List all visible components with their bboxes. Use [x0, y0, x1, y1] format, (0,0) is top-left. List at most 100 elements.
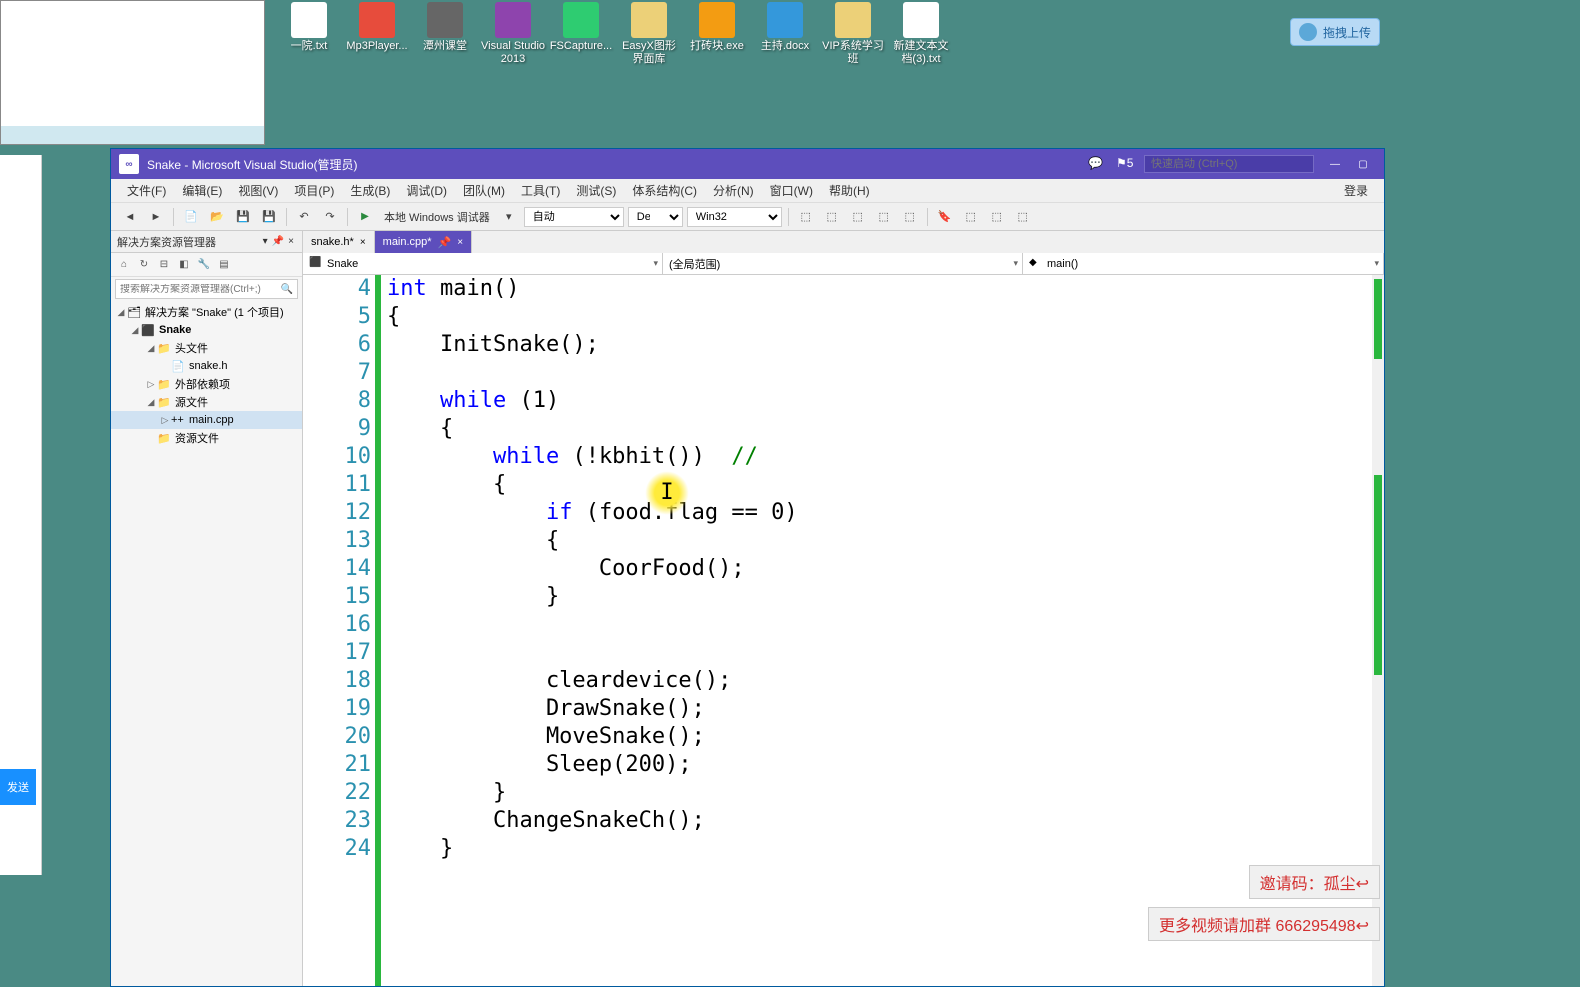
expand-icon[interactable]: ◢: [129, 325, 141, 336]
code-line[interactable]: while (1): [387, 387, 1384, 415]
headers-folder[interactable]: ◢ 📁 头文件: [111, 339, 302, 357]
upload-button[interactable]: 拖拽上传: [1290, 18, 1380, 46]
menu-item[interactable]: 测试(S): [568, 182, 624, 199]
menu-item[interactable]: 工具(T): [513, 182, 568, 199]
source-file[interactable]: ▷ ++ main.cpp: [111, 411, 302, 429]
new-project-button[interactable]: 📄: [180, 206, 202, 228]
toolbar-icon[interactable]: ⬚: [899, 206, 921, 228]
platform-dropdown[interactable]: Win32: [687, 207, 782, 227]
notifications-icon[interactable]: ⚑5: [1116, 156, 1132, 172]
code-line[interactable]: }: [387, 779, 1384, 807]
config-debug-dropdown[interactable]: Debug: [628, 207, 683, 227]
code-line[interactable]: [387, 611, 1384, 639]
desktop-icon[interactable]: Mp3Player...: [343, 0, 411, 68]
header-file[interactable]: 📄 snake.h: [111, 357, 302, 375]
save-button[interactable]: 💾: [232, 206, 254, 228]
toolbar-icon[interactable]: ⬚: [986, 206, 1008, 228]
nav-function-dropdown[interactable]: ◆ main(): [1023, 253, 1384, 274]
redo-button[interactable]: ↷: [319, 206, 341, 228]
code-line[interactable]: }: [387, 583, 1384, 611]
toolbar-icon[interactable]: ⬚: [795, 206, 817, 228]
desktop-icon[interactable]: 新建文本文档(3).txt: [887, 0, 955, 68]
nav-scope-dropdown[interactable]: (全局范围): [663, 253, 1023, 274]
toolbar-icon[interactable]: ⬚: [960, 206, 982, 228]
properties-icon[interactable]: 🔧: [195, 256, 213, 274]
expand-icon[interactable]: ▷: [159, 415, 171, 426]
nav-project-dropdown[interactable]: ⬛ Snake: [303, 253, 663, 274]
close-icon[interactable]: ×: [457, 237, 463, 248]
collapse-icon[interactable]: ⊟: [155, 256, 173, 274]
forward-button[interactable]: ►: [145, 206, 167, 228]
desktop-icon[interactable]: Visual Studio 2013: [479, 0, 547, 68]
menu-item[interactable]: 窗口(W): [762, 182, 821, 199]
start-debug-button[interactable]: ▶: [354, 206, 376, 228]
desktop-icon[interactable]: 主持.docx: [751, 0, 819, 68]
open-button[interactable]: 📂: [206, 206, 228, 228]
login-link[interactable]: 登录: [1336, 182, 1376, 199]
code-line[interactable]: int main(): [387, 275, 1384, 303]
code-editor[interactable]: 456789101112131415161718192021222324 int…: [303, 275, 1384, 986]
menu-item[interactable]: 项目(P): [286, 182, 342, 199]
pin-icon[interactable]: 📌: [270, 236, 286, 247]
code-line[interactable]: InitSnake();: [387, 331, 1384, 359]
home-icon[interactable]: ⌂: [115, 256, 133, 274]
expand-icon[interactable]: ◢: [145, 343, 157, 354]
menu-item[interactable]: 体系结构(C): [624, 182, 705, 199]
toolbar-icon[interactable]: ⬚: [873, 206, 895, 228]
menu-item[interactable]: 编辑(E): [174, 182, 230, 199]
code-line[interactable]: DrawSnake();: [387, 695, 1384, 723]
code-line[interactable]: }: [387, 835, 1384, 863]
undo-button[interactable]: ↶: [293, 206, 315, 228]
refresh-icon[interactable]: ↻: [135, 256, 153, 274]
bookmark-icon[interactable]: 🔖: [934, 206, 956, 228]
debugger-dropdown-icon[interactable]: ▾: [498, 206, 520, 228]
code-line[interactable]: while (!kbhit()) //: [387, 443, 1384, 471]
show-all-icon[interactable]: ◧: [175, 256, 193, 274]
close-icon[interactable]: ×: [360, 237, 366, 248]
save-all-button[interactable]: 💾: [258, 206, 280, 228]
expand-icon[interactable]: ◢: [115, 307, 127, 318]
desktop-icon[interactable]: 潭州课堂: [411, 0, 479, 68]
code-line[interactable]: {: [387, 303, 1384, 331]
preview-icon[interactable]: ▤: [215, 256, 233, 274]
sources-folder[interactable]: ◢ 📁 源文件: [111, 393, 302, 411]
toolbar-icon[interactable]: ⬚: [1012, 206, 1034, 228]
pin-icon[interactable]: 📌: [438, 236, 452, 249]
menu-item[interactable]: 帮助(H): [821, 182, 878, 199]
minimize-button[interactable]: —: [1322, 155, 1348, 173]
search-icon[interactable]: 🔍: [281, 284, 293, 295]
desktop-icon[interactable]: FSCapture...: [547, 0, 615, 68]
desktop-icon[interactable]: VIP系统学习班: [819, 0, 887, 68]
resources-folder[interactable]: 📁 资源文件: [111, 429, 302, 447]
desktop-icon[interactable]: EasyX图形界面库: [615, 0, 683, 68]
external-deps-folder[interactable]: ▷ 📁 外部依赖项: [111, 375, 302, 393]
expand-icon[interactable]: ▷: [145, 379, 157, 390]
menu-item[interactable]: 分析(N): [705, 182, 762, 199]
menu-item[interactable]: 生成(B): [342, 182, 398, 199]
toolbar-icon[interactable]: ⬚: [847, 206, 869, 228]
editor-tab[interactable]: snake.h*×: [303, 231, 375, 253]
menu-item[interactable]: 调试(D): [398, 182, 455, 199]
feedback-icon[interactable]: 💬: [1088, 156, 1104, 172]
desktop-icon[interactable]: 打砖块.exe: [683, 0, 751, 68]
code-line[interactable]: MoveSnake();: [387, 723, 1384, 751]
desktop-icon[interactable]: 一院.txt: [275, 0, 343, 68]
code-body[interactable]: int main(){ InitSnake(); while (1) { whi…: [381, 275, 1384, 986]
expand-icon[interactable]: ◢: [145, 397, 157, 408]
menu-item[interactable]: 团队(M): [455, 182, 513, 199]
dropdown-icon[interactable]: ▾: [261, 236, 270, 247]
code-line[interactable]: {: [387, 471, 1384, 499]
solution-root[interactable]: ◢ 🗂 解决方案 "Snake" (1 个项目): [111, 303, 302, 321]
maximize-button[interactable]: ▢: [1350, 155, 1376, 173]
menu-item[interactable]: 文件(F): [119, 182, 174, 199]
back-button[interactable]: ◄: [119, 206, 141, 228]
solution-search-input[interactable]: [120, 284, 281, 295]
toolbar-icon[interactable]: ⬚: [821, 206, 843, 228]
solution-search[interactable]: 🔍: [115, 279, 298, 299]
quick-launch-input[interactable]: [1144, 155, 1314, 173]
send-button[interactable]: 发送: [0, 769, 36, 805]
code-line[interactable]: ChangeSnakeCh();: [387, 807, 1384, 835]
project-node[interactable]: ◢ ⬛ Snake: [111, 321, 302, 339]
code-line[interactable]: if (food.flag == 0): [387, 499, 1384, 527]
code-line[interactable]: [387, 359, 1384, 387]
